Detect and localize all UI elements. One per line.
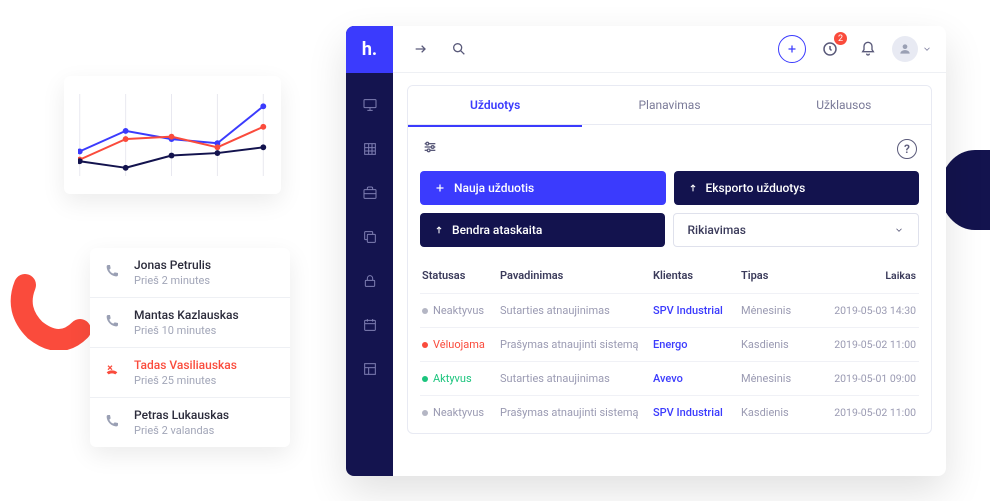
type-cell: Kasdienis bbox=[741, 406, 803, 419]
time-cell: 2019-05-03 14:30 bbox=[811, 304, 916, 317]
plus-icon bbox=[434, 182, 446, 194]
time-cell: 2019-05-01 09:00 bbox=[811, 372, 916, 385]
upload-icon bbox=[688, 182, 698, 194]
status-cell: Neaktyvus bbox=[422, 406, 492, 419]
type-cell: Mėnesinis bbox=[741, 372, 803, 385]
status-cell: Neaktyvus bbox=[422, 304, 492, 317]
decorative-blob-navy bbox=[940, 150, 990, 230]
table-header: Statusas Pavadinimas Klientas Tipas Laik… bbox=[420, 259, 919, 293]
status-cell: Aktyvus bbox=[422, 372, 492, 385]
monitor-icon[interactable] bbox=[346, 85, 393, 125]
time-cell: 2019-05-02 11:00 bbox=[811, 406, 916, 419]
grid-icon[interactable] bbox=[346, 129, 393, 169]
recent-calls-card: Jonas Petrulis Prieš 2 minutes Mantas Ka… bbox=[90, 248, 290, 447]
chevron-down-icon bbox=[894, 225, 904, 235]
type-cell: Mėnesinis bbox=[741, 304, 803, 317]
copy-icon[interactable] bbox=[346, 217, 393, 257]
calendar-icon[interactable] bbox=[346, 305, 393, 345]
add-button[interactable] bbox=[778, 35, 806, 63]
user-menu[interactable] bbox=[892, 36, 932, 62]
call-name: Tadas Vasiliauskas bbox=[134, 358, 237, 372]
title-cell: Prašymas atnaujinti sistemą bbox=[500, 406, 645, 419]
bell-icon[interactable] bbox=[854, 35, 882, 63]
tabset: UžduotysPlanavimasUžklausos ? Nauja uždu… bbox=[407, 85, 932, 434]
call-time: Prieš 2 valandas bbox=[134, 424, 229, 437]
tab-1[interactable]: Planavimas bbox=[582, 86, 756, 125]
upload-icon bbox=[434, 224, 444, 236]
table-row[interactable]: Neaktyvus Sutarties atnaujinimas SPV Ind… bbox=[420, 293, 919, 327]
missed-call-icon bbox=[104, 363, 122, 383]
app-logo[interactable]: h. bbox=[346, 26, 393, 73]
client-cell[interactable]: SPV Industrial bbox=[653, 304, 733, 317]
forward-arrow-icon[interactable] bbox=[407, 35, 435, 63]
mini-line-chart bbox=[78, 94, 267, 176]
side-rail: h. bbox=[346, 26, 393, 476]
search-icon[interactable] bbox=[445, 35, 473, 63]
topbar: 2 bbox=[393, 26, 946, 73]
status-cell: Vėluojama bbox=[422, 338, 492, 351]
title-cell: Sutarties atnaujinimas bbox=[500, 304, 645, 317]
client-cell[interactable]: SPV Industrial bbox=[653, 406, 733, 419]
title-cell: Prašymas atnaujinti sistemą bbox=[500, 338, 645, 351]
call-name: Petras Lukauskas bbox=[134, 408, 229, 422]
activity-icon[interactable]: 2 bbox=[816, 35, 844, 63]
call-time: Prieš 10 minutes bbox=[134, 324, 239, 337]
layout-icon[interactable] bbox=[346, 349, 393, 389]
main-panel: 2 UžduotysPlanavimasUžklausos ? N bbox=[393, 26, 946, 476]
client-cell[interactable]: Avevo bbox=[653, 372, 733, 385]
help-icon[interactable]: ? bbox=[897, 139, 917, 159]
phone-icon bbox=[104, 413, 122, 433]
app-window: h. 2 UžduotysPlanavimasU bbox=[346, 26, 946, 476]
notification-badge: 2 bbox=[834, 32, 847, 45]
table-row[interactable]: Vėluojama Prašymas atnaujinti sistemą En… bbox=[420, 327, 919, 361]
phone-icon bbox=[104, 313, 122, 333]
new-task-button[interactable]: Nauja užduotis bbox=[420, 171, 666, 205]
report-button[interactable]: Bendra ataskaita bbox=[420, 213, 665, 247]
tab-0[interactable]: Užduotys bbox=[408, 86, 582, 125]
briefcase-icon[interactable] bbox=[346, 173, 393, 213]
call-row[interactable]: Jonas Petrulis Prieš 2 minutes bbox=[90, 248, 290, 298]
table-row[interactable]: Aktyvus Sutarties atnaujinimas Avevo Mėn… bbox=[420, 361, 919, 395]
call-name: Mantas Kazlauskas bbox=[134, 308, 239, 322]
call-time: Prieš 2 minutes bbox=[134, 274, 211, 287]
call-row[interactable]: Mantas Kazlauskas Prieš 10 minutes bbox=[90, 298, 290, 348]
time-cell: 2019-05-02 11:00 bbox=[811, 338, 916, 351]
chevron-down-icon bbox=[922, 44, 932, 54]
mini-chart-card bbox=[64, 76, 281, 194]
avatar bbox=[892, 36, 918, 62]
phone-icon bbox=[104, 263, 122, 283]
tasks-table: Statusas Pavadinimas Klientas Tipas Laik… bbox=[408, 255, 931, 433]
table-row[interactable]: Neaktyvus Prašymas atnaujinti sistemą SP… bbox=[420, 395, 919, 429]
lock-icon[interactable] bbox=[346, 261, 393, 301]
filter-icon[interactable] bbox=[422, 139, 438, 159]
call-row[interactable]: Tadas Vasiliauskas Prieš 25 minutes bbox=[90, 348, 290, 398]
call-row[interactable]: Petras Lukauskas Prieš 2 valandas bbox=[90, 398, 290, 447]
call-name: Jonas Petrulis bbox=[134, 258, 211, 272]
sort-select[interactable]: Rikiavimas bbox=[673, 213, 920, 247]
title-cell: Sutarties atnaujinimas bbox=[500, 372, 645, 385]
client-cell[interactable]: Energo bbox=[653, 338, 733, 351]
tab-2[interactable]: Užklausos bbox=[757, 86, 931, 125]
type-cell: Kasdienis bbox=[741, 338, 803, 351]
call-time: Prieš 25 minutes bbox=[134, 374, 237, 387]
export-button[interactable]: Eksporto užduotys bbox=[674, 171, 920, 205]
